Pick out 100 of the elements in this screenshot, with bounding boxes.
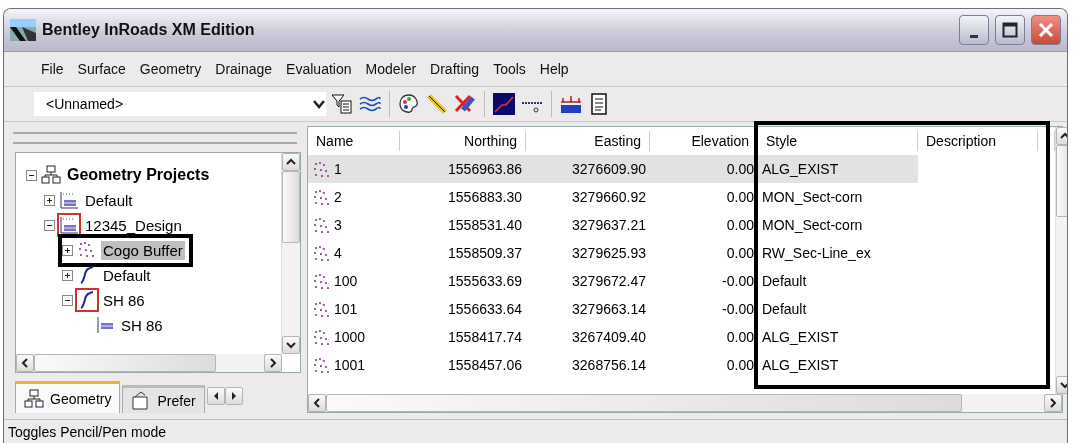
table-cell-text: 1558509.37: [447, 244, 523, 263]
minimize-icon: [970, 34, 978, 38]
table-cell: 1000: [308, 323, 400, 351]
menu-item[interactable]: Drafting: [423, 61, 487, 77]
point-cloud-icon: [312, 272, 330, 290]
table-cell-text: 3279663.14: [571, 300, 647, 319]
tree-item[interactable]: Geometry Projects: [65, 165, 212, 186]
tree-item[interactable]: Default: [101, 265, 153, 285]
table-cell: 1556963.86: [400, 155, 526, 183]
point-cloud-icon: [312, 188, 330, 206]
menu-item[interactable]: Drainage: [208, 61, 280, 77]
point-cloud-icon: [312, 300, 330, 318]
table-cell: 2: [308, 183, 400, 211]
column-header[interactable]: Easting: [526, 131, 650, 151]
collapse-icon[interactable]: [26, 169, 37, 181]
scroll-left-icon[interactable]: [312, 398, 322, 408]
tree-item[interactable]: SH 86: [119, 315, 165, 335]
menu-item[interactable]: Geometry: [132, 61, 209, 77]
tree-item[interactable]: SH 86: [101, 290, 147, 310]
collapse-icon[interactable]: [44, 219, 55, 231]
app-logo-icon: [10, 19, 36, 41]
close-button[interactable]: [1031, 15, 1061, 45]
scroll-right-icon[interactable]: [1048, 398, 1058, 408]
horizontal-scrollbar[interactable]: [16, 354, 282, 373]
table-cell-text: ALG_EXIST: [761, 356, 840, 375]
maximize-icon: [1002, 22, 1018, 38]
table-cell-text: MON_Sect-corn: [761, 216, 864, 235]
table-cell: 4: [308, 239, 400, 267]
table-cell-text: -0.00: [721, 272, 755, 291]
menu-item[interactable]: File: [34, 61, 71, 77]
vertical-scrollbar[interactable]: [281, 152, 300, 355]
column-header[interactable]: Northing: [400, 131, 526, 151]
scrollbar-thumb[interactable]: [34, 354, 216, 373]
table-cell-text: -0.00: [721, 300, 755, 319]
tree-item[interactable]: 12345_Design: [83, 215, 184, 235]
point-cloud-icon: [312, 244, 330, 262]
tree-item[interactable]: Cogo Buffer: [101, 240, 185, 260]
table-cell: ALG_EXIST: [758, 155, 918, 183]
project-dropdown[interactable]: <Unnamed>: [34, 92, 326, 116]
scroll-down-icon[interactable]: [286, 340, 296, 351]
filter-icon[interactable]: [330, 92, 354, 116]
pencil-icon[interactable]: [425, 92, 449, 116]
table-cell-text: 1555633.69: [447, 272, 523, 291]
column-header[interactable]: Elevation: [650, 131, 758, 151]
menu-item[interactable]: Surface: [70, 61, 133, 77]
table-cell-text: 1558417.74: [447, 328, 523, 347]
table-cell-text: 3279660.92: [571, 188, 647, 207]
table-cell-text: 1558531.40: [447, 216, 523, 235]
table-cell-text: 3279625.93: [571, 244, 647, 263]
scroll-up-icon[interactable]: [286, 156, 296, 167]
scrollbar-thumb[interactable]: [282, 170, 300, 243]
scroll-left-icon[interactable]: [20, 358, 30, 369]
menu-item[interactable]: Modeler: [358, 61, 424, 77]
table-cell-text: Default: [761, 272, 808, 291]
table-cell: 1: [308, 155, 400, 183]
column-header[interactable]: Name: [308, 131, 400, 151]
table-cell-text: 0.00: [725, 188, 755, 207]
table-cell-text: ALG_EXIST: [761, 328, 840, 347]
panel-grip[interactable]: [13, 132, 297, 144]
tree-item[interactable]: Default: [83, 190, 135, 210]
menu-item[interactable]: Evaluation: [279, 61, 359, 77]
scroll-down-icon[interactable]: [1060, 380, 1067, 390]
close-icon: [1038, 22, 1054, 38]
horizontal-scrollbar[interactable]: [308, 394, 1062, 412]
scrollbar-thumb[interactable]: [326, 394, 962, 412]
table-cell-text: 1556883.30: [447, 188, 523, 207]
point-cloud-icon: [312, 328, 330, 346]
minimize-button[interactable]: [959, 15, 989, 45]
point-cloud-icon: [312, 160, 330, 178]
palette-icon[interactable]: [397, 92, 421, 116]
table-cell-text: 0.00: [725, 244, 755, 263]
table-cell-text: 1558457.06: [447, 356, 523, 375]
column-header[interactable]: Description: [918, 131, 1038, 151]
panel-tab[interactable]: Prefer: [122, 385, 205, 413]
table-cell-text: 3267409.40: [571, 328, 647, 347]
profile-graph-icon[interactable]: [492, 92, 516, 116]
table-cell-text: 1556633.64: [447, 300, 523, 319]
table-cell: 3: [308, 211, 400, 239]
column-header[interactable]: Style: [758, 131, 918, 151]
menu-item[interactable]: Help: [532, 61, 576, 77]
table-cell-text: RW_Sec-Line_ex: [761, 244, 872, 263]
maximize-button[interactable]: [995, 15, 1025, 45]
table-cell-text: Default: [761, 300, 808, 319]
scroll-right-icon[interactable]: [268, 358, 278, 369]
scroll-up-icon[interactable]: [1060, 131, 1067, 141]
status-text: Toggles Pencil/Pen mode: [4, 419, 1067, 443]
table-cell-text: 3268756.14: [571, 356, 647, 375]
table-cell-text: 0.00: [725, 328, 755, 347]
collapse-icon[interactable]: [62, 294, 73, 306]
table-cell-text: 3279672.47: [571, 272, 647, 291]
hierarchy-icon: [24, 388, 44, 409]
tab-scroll-right-icon[interactable]: [229, 391, 238, 402]
panel-tab[interactable]: Geometry: [15, 381, 121, 413]
expand-icon[interactable]: [62, 269, 73, 281]
expand-icon[interactable]: [62, 244, 73, 256]
point-cloud-icon: [312, 216, 330, 234]
table-cell-text: 0.00: [725, 356, 755, 375]
menu-item[interactable]: Tools: [486, 61, 533, 77]
table-cell-text: 0.00: [725, 216, 755, 235]
expand-icon[interactable]: [44, 194, 55, 206]
